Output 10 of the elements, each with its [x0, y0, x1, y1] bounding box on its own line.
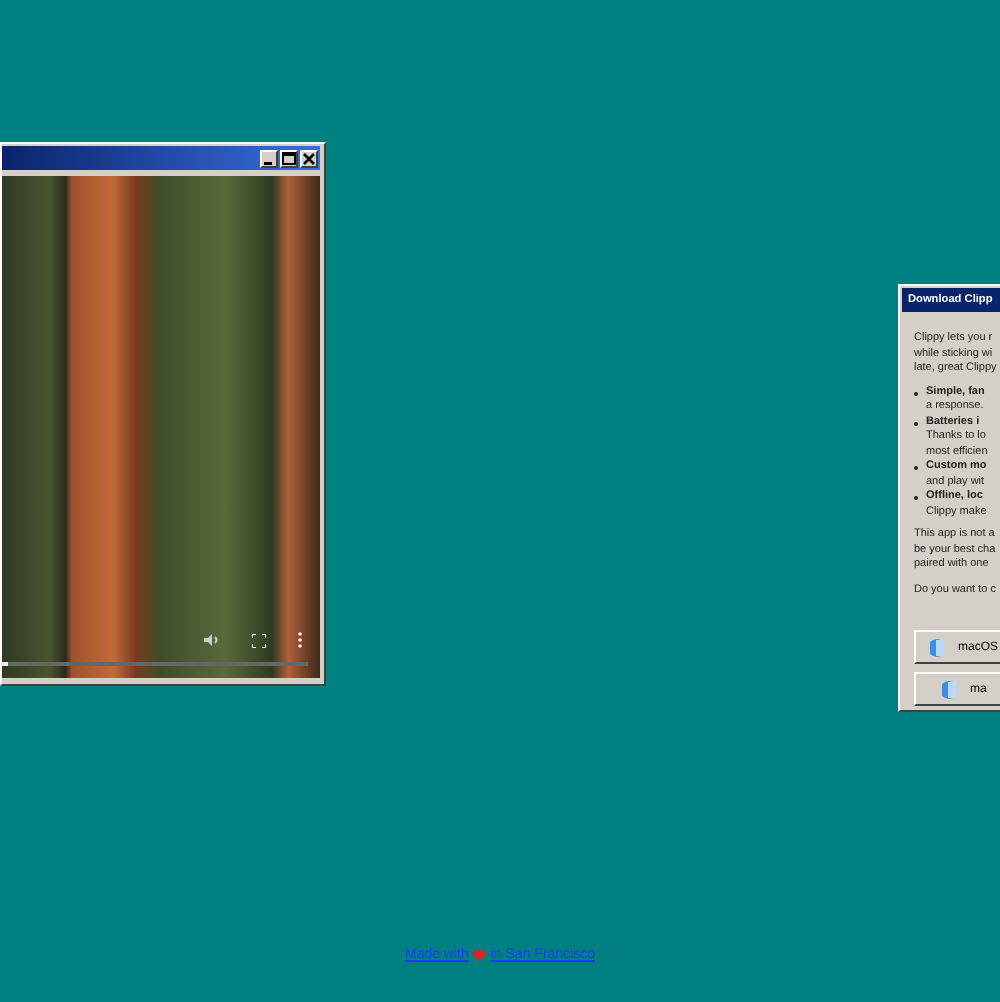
close-button[interactable]	[300, 149, 318, 167]
maximize-icon	[282, 151, 296, 165]
minimize-button[interactable]	[260, 149, 278, 167]
maximize-button[interactable]	[280, 149, 298, 167]
face-logo-icon	[928, 637, 946, 657]
speaker-icon[interactable]	[204, 632, 220, 648]
face-logo-icon	[940, 679, 958, 699]
heart-icon	[472, 949, 487, 961]
fullscreen-icon[interactable]	[252, 633, 266, 647]
close-icon	[302, 151, 316, 165]
